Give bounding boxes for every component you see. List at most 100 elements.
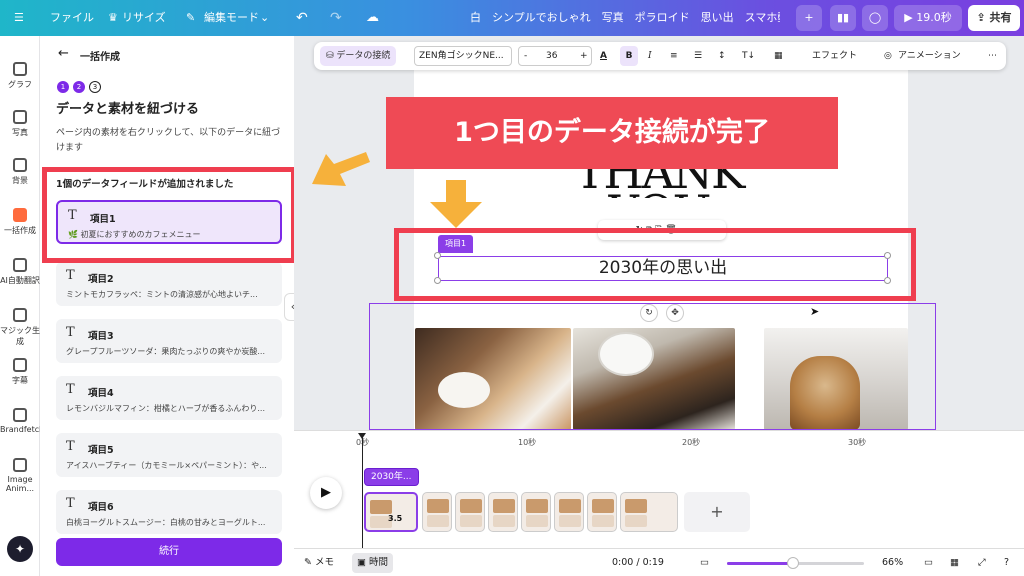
transparency-icon[interactable]: ▦	[774, 42, 783, 70]
data-link-button[interactable]: ⛁ データの接続	[320, 46, 397, 66]
rotate-icon[interactable]: ↻	[640, 304, 658, 322]
clip-thumbnail-5[interactable]	[521, 492, 551, 532]
share-button[interactable]: ⇪ 共有	[968, 5, 1020, 31]
photo-group-selection[interactable]	[369, 303, 936, 430]
rail-item-background[interactable]: 背景	[0, 158, 40, 186]
redo-icon[interactable]: ↷	[330, 0, 342, 36]
undo-icon[interactable]: ↶	[296, 0, 308, 36]
rail-item-image-anim[interactable]: Image Anim...	[0, 458, 40, 493]
cloud-sync-icon[interactable]: ☁	[366, 0, 379, 36]
font-selector[interactable]: ZEN角ゴシックNE...	[414, 46, 512, 66]
text-direction-icon[interactable]: T↓	[742, 42, 755, 70]
tick-30: 30秒	[848, 438, 867, 447]
font-size-value[interactable]: 36	[546, 42, 557, 70]
data-field-item-2[interactable]: T 項目2 ミントモカフラッペ：ミントの清涼感が心地よいチ...	[56, 262, 282, 306]
resize-handle[interactable]	[434, 252, 441, 259]
timeline-play-button[interactable]: ▶	[310, 477, 342, 509]
back-arrow-icon[interactable]: ←	[58, 46, 69, 61]
clip-thumbnail-8[interactable]	[620, 492, 678, 532]
magic-assistant-button[interactable]: ✦	[7, 536, 33, 562]
field-value: 白桃ヨーグルトスムージー：白桃の甘みとヨーグルト...	[66, 518, 266, 527]
caption-icon	[13, 358, 27, 372]
field-name: 項目6	[88, 502, 114, 513]
animation-icon: ◎	[884, 51, 892, 61]
add-button[interactable]: +	[796, 5, 822, 31]
pages-icon[interactable]: ▭	[924, 549, 933, 576]
fullscreen-icon[interactable]: ⤢	[978, 549, 986, 576]
resize-handle[interactable]	[884, 252, 891, 259]
field-name: 項目4	[88, 388, 114, 399]
move-icon[interactable]: ✥	[666, 304, 684, 322]
data-field-item-3[interactable]: T 項目3 グレープフルーツソーダ：果肉たっぷりの爽やか炭酸...	[56, 319, 282, 363]
increase-size-button[interactable]: +	[580, 42, 588, 70]
clip-thumbnail-3[interactable]	[455, 492, 485, 532]
bulk-create-panel: ← 一括作成 123 データと素材を紐づける ページ内の素材を右クリックして、以…	[40, 36, 294, 576]
rail-item-caption[interactable]: 字幕	[0, 358, 40, 386]
decrease-size-button[interactable]: -	[524, 42, 527, 70]
play-button[interactable]: ▶ 19.0秒	[894, 5, 962, 31]
menu-icon[interactable]: ☰	[14, 0, 24, 36]
step-2: 2	[73, 81, 85, 93]
timeline: 0秒 10秒 20秒 30秒 ▶ 2030年... 3.5 +	[294, 430, 1024, 549]
line-spacing-icon[interactable]: ↕	[718, 42, 726, 70]
orange-arrow-down-icon	[430, 180, 482, 228]
effects-button[interactable]: エフェクト	[812, 42, 857, 70]
clip-thumbnail-6[interactable]	[554, 492, 584, 532]
play-icon: ▶	[904, 11, 913, 24]
file-menu[interactable]: ファイル	[50, 0, 94, 36]
database-icon: ⛁	[326, 51, 337, 61]
resize-handle[interactable]	[434, 277, 441, 284]
photo-icon	[13, 110, 27, 124]
chart-icon	[13, 62, 27, 76]
rail-item-bulk-create[interactable]: 一括作成	[0, 208, 40, 236]
step-3: 3	[89, 81, 101, 93]
text-color-icon[interactable]: A	[600, 42, 607, 70]
rail-item-magic[interactable]: マジック生成	[0, 308, 40, 347]
more-options-icon[interactable]: ⋯	[988, 42, 997, 70]
bold-button[interactable]: B	[620, 46, 638, 66]
edit-mode-menu[interactable]: 編集モード	[204, 0, 259, 36]
help-icon[interactable]: ?	[1004, 549, 1009, 576]
data-field-item-6[interactable]: T 項目6 白桃ヨーグルトスムージー：白桃の甘みとヨーグルト...	[56, 490, 282, 534]
add-clip-button[interactable]: +	[684, 492, 750, 532]
rail-label: グラフ	[8, 80, 32, 89]
clip-thumbnail-2[interactable]	[422, 492, 452, 532]
zoom-level[interactable]: 66%	[882, 549, 903, 576]
share-label: 共有	[989, 11, 1012, 24]
rail-item-chart[interactable]: グラフ	[0, 62, 40, 90]
resize-handle[interactable]	[884, 277, 891, 284]
rail-item-brandfetch[interactable]: Brandfetch	[0, 408, 44, 434]
highlight-box-field	[42, 167, 296, 263]
connected-text-element[interactable]: 2030年の思い出	[438, 256, 888, 281]
italic-button[interactable]: I	[648, 42, 652, 70]
pencil-icon: ✎	[186, 11, 196, 24]
panel-header: 一括作成	[80, 52, 120, 63]
data-field-item-5[interactable]: T 項目5 アイスハーブティー（カモミール×ペパーミント）：や...	[56, 433, 282, 477]
insights-icon[interactable]: ▮▮	[830, 5, 856, 31]
text-clip-label[interactable]: 2030年...	[364, 468, 419, 486]
tick-20: 20秒	[682, 438, 701, 447]
chevron-down-icon[interactable]: ⌄	[260, 0, 269, 36]
timing-label: 時間	[369, 557, 389, 568]
document-title[interactable]: 白 シンプルでおしゃれ 写真 ポラロイド 思い出 スマホ動...	[470, 0, 780, 36]
field-name: 項目2	[88, 274, 114, 285]
animation-button[interactable]: アニメーション	[898, 42, 961, 70]
zoom-slider-knob[interactable]	[787, 557, 799, 569]
resize-menu[interactable]: リサイズ	[122, 0, 166, 36]
app-window: ☰ ファイル ♛ リサイズ ✎ 編集モード ⌄ ↶ ↷ ☁ 白 シンプルでおしゃ…	[0, 0, 1024, 576]
playhead[interactable]	[358, 433, 366, 549]
comment-icon[interactable]: ◯	[862, 5, 888, 31]
align-icon[interactable]: ≡	[670, 42, 678, 70]
list-icon[interactable]: ☰	[694, 42, 702, 70]
clip-thumbnail-4[interactable]	[488, 492, 518, 532]
rail-item-translate[interactable]: AI自動翻訳	[0, 258, 40, 286]
rail-item-photo[interactable]: 写真	[0, 110, 40, 138]
clip-thumbnail-1[interactable]: 3.5	[364, 492, 418, 532]
continue-button[interactable]: 続行	[56, 538, 282, 566]
data-field-item-4[interactable]: T 項目4 レモンバジルマフィン：柑橘とハーブが香るふんわり...	[56, 376, 282, 420]
clip-thumbnail-7[interactable]	[587, 492, 617, 532]
timing-button[interactable]: ▣ 時間	[352, 553, 394, 573]
notes-button[interactable]: ✎ メモ	[304, 549, 334, 576]
timeline-view-icon[interactable]: ▭	[700, 549, 709, 576]
grid-view-icon[interactable]: ▦	[950, 549, 959, 576]
